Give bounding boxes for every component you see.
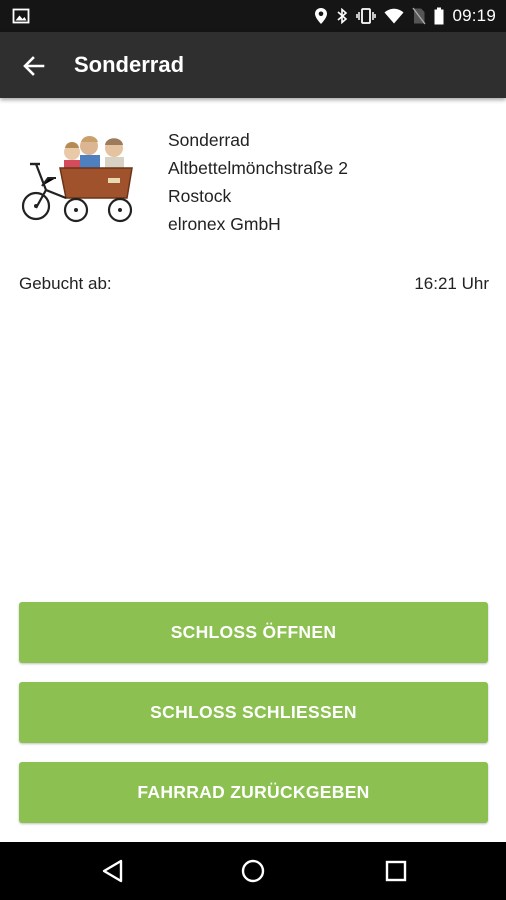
status-bar: 09:19 (0, 0, 506, 32)
battery-icon (434, 7, 444, 25)
nav-recent-icon[interactable] (380, 855, 412, 887)
bike-name: Sonderrad (168, 130, 250, 150)
booking-time: 16:21 Uhr (414, 274, 489, 293)
bike-info: Sonderrad Altbettelmönchstraße 2 Rostock… (168, 126, 348, 238)
open-lock-button[interactable]: SCHLOSS ÖFFNEN (19, 602, 488, 663)
close-lock-button[interactable]: SCHLOSS SCHLIESSEN (19, 682, 488, 743)
vibrate-icon (356, 7, 377, 25)
bluetooth-icon (336, 7, 348, 25)
navigation-bar (0, 842, 506, 900)
location-icon (314, 7, 328, 25)
booking-label: Gebucht ab: (19, 274, 112, 293)
no-sim-icon (412, 7, 427, 25)
page-title: Sonderrad (74, 52, 185, 77)
return-bike-button[interactable]: FAHRRAD ZURÜCKGEBEN (19, 762, 488, 823)
app-bar: Sonderrad (0, 32, 506, 98)
booking-row: Gebucht ab: 16:21 Uhr (19, 274, 489, 298)
wifi-icon (384, 8, 404, 24)
image-icon (12, 7, 30, 25)
bike-company: elronex GmbH (168, 214, 281, 234)
bike-image (16, 124, 144, 228)
arrow-back-icon[interactable] (20, 52, 48, 80)
nav-home-icon[interactable] (237, 855, 269, 887)
nav-back-icon[interactable] (97, 855, 129, 887)
status-time: 09:19 (452, 6, 496, 25)
bike-street: Altbettelmönchstraße 2 (168, 158, 348, 178)
status-icons: 09:19 (306, 0, 496, 32)
bike-city: Rostock (168, 186, 232, 206)
